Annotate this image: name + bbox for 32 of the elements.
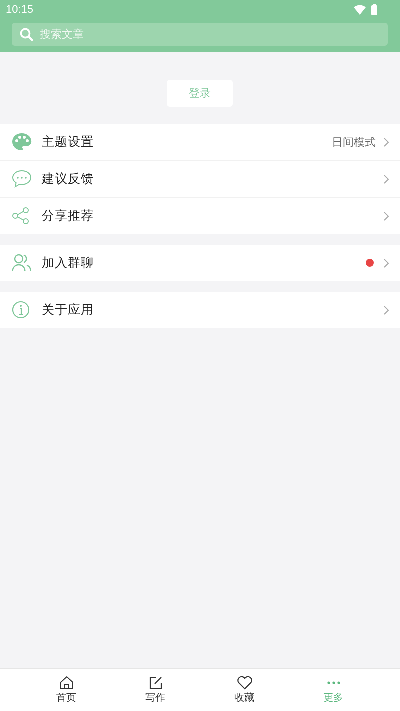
edit-icon [148, 676, 162, 690]
menu-item[interactable]: 建议反馈 [0, 161, 400, 198]
heart-icon [236, 676, 252, 690]
search-field[interactable]: 搜索文章 [12, 23, 388, 46]
palette-icon [12, 133, 32, 151]
menu-item[interactable]: 关于应用 [0, 292, 400, 328]
status-time: 10:15 [6, 4, 34, 16]
share-icon [12, 207, 30, 225]
menu-label: 分享推荐 [42, 208, 94, 224]
menu-item[interactable]: 主题设置 日间模式 [0, 124, 400, 161]
tab[interactable]: 首页 [22, 669, 111, 711]
chevron-icon [384, 306, 389, 314]
chevron-icon [384, 138, 389, 146]
chevron-icon [384, 258, 389, 268]
home-icon [60, 676, 74, 690]
menu-item[interactable]: 分享推荐 [0, 198, 400, 234]
battery-icon [371, 4, 378, 16]
menu-label: 主题设置 [42, 134, 94, 150]
tab[interactable]: 收藏 [200, 669, 289, 711]
info-icon [12, 301, 30, 319]
menu-value: 日间模式 [332, 134, 376, 150]
menu-item[interactable]: 加入群聊 [0, 245, 400, 281]
more-icon [326, 680, 340, 684]
tab[interactable]: 写作 [111, 669, 200, 711]
wifi-icon [354, 5, 366, 15]
menu-label: 关于应用 [42, 302, 94, 318]
people-icon [12, 254, 32, 272]
menu-label: 建议反馈 [42, 170, 94, 188]
menu-label: 加入群聊 [42, 254, 94, 272]
chevron-icon [384, 174, 389, 184]
chat-bubble-icon [12, 170, 32, 188]
chevron-icon [384, 212, 389, 220]
